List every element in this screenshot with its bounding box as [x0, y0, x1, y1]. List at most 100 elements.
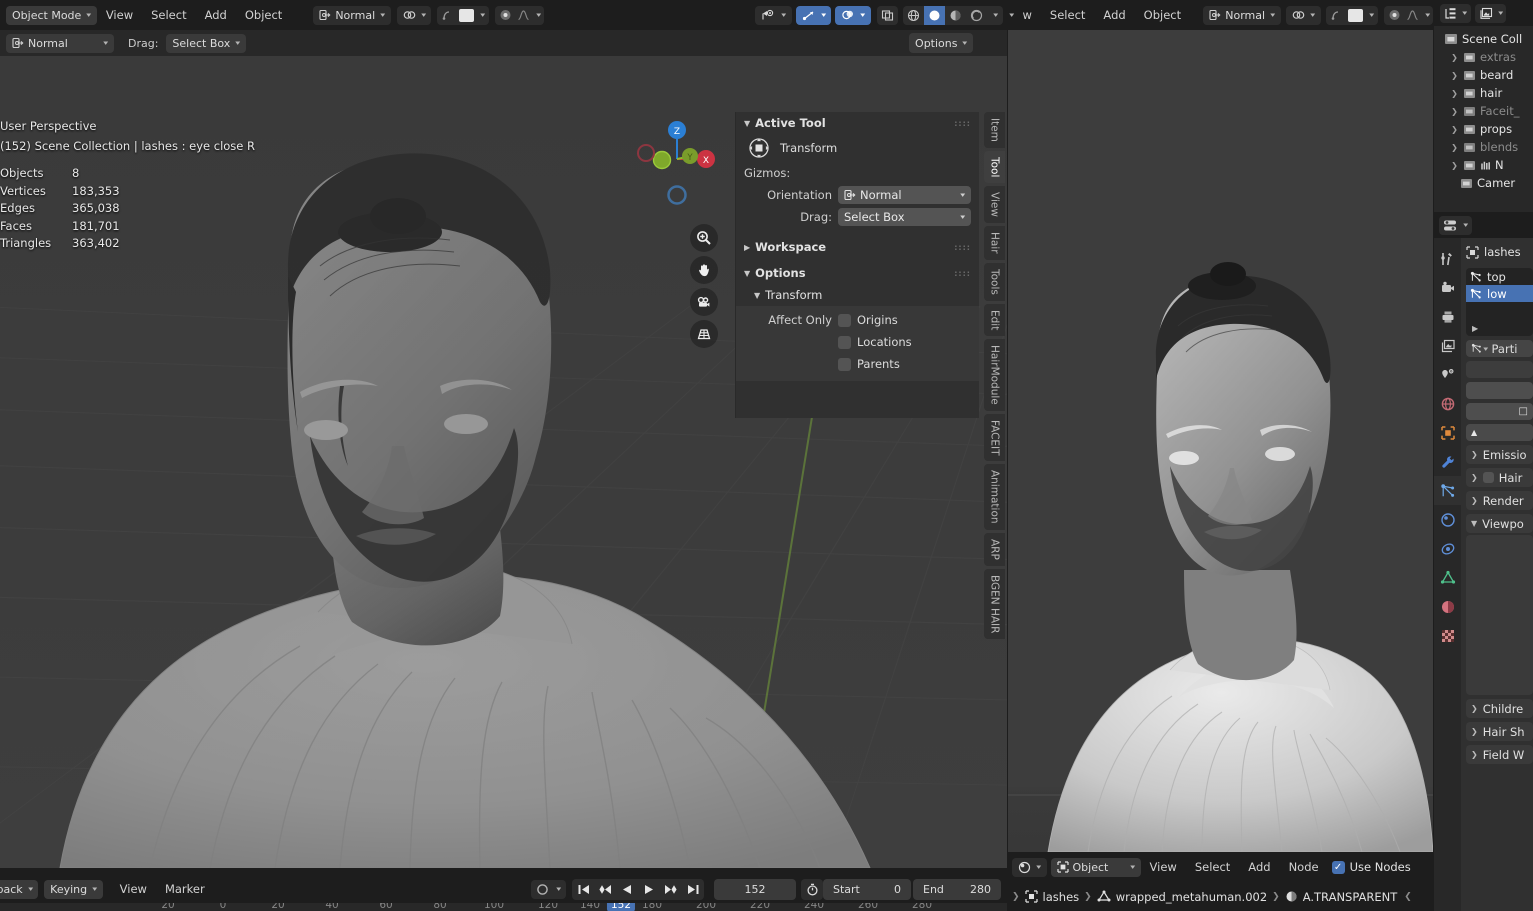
- chevron-right-icon[interactable]: ❯: [1450, 53, 1459, 62]
- vp2-menu-view[interactable]: w: [1014, 8, 1041, 22]
- play-button[interactable]: [638, 884, 660, 895]
- section-children[interactable]: ❯ Childre: [1466, 699, 1533, 718]
- falloff-group[interactable]: ▾: [494, 5, 545, 25]
- vp2-snapping-dropdown[interactable]: ▾: [1286, 5, 1321, 25]
- auto-keying-toggle[interactable]: ▾: [531, 879, 566, 899]
- sidebar-tab-animation[interactable]: Animation: [984, 464, 1005, 530]
- particle-field-row-3[interactable]: □: [1466, 403, 1533, 420]
- falloff-curve-icon[interactable]: [517, 9, 530, 21]
- pan-button[interactable]: [690, 256, 718, 284]
- current-frame-field[interactable]: 152: [714, 878, 796, 900]
- vp2-falloff-group[interactable]: ▾: [1383, 5, 1433, 25]
- list-expand-triangle-icon[interactable]: ▶: [1472, 324, 1478, 333]
- properties-tab-material[interactable]: [1434, 592, 1461, 621]
- shading-dropdown[interactable]: ▾: [987, 6, 1003, 25]
- properties-tab-particles[interactable]: [1434, 476, 1461, 505]
- properties-tab-render[interactable]: [1434, 273, 1461, 302]
- outliner-row-beard[interactable]: ❯ beard: [1434, 66, 1533, 84]
- end-frame-field[interactable]: End 280: [913, 878, 1001, 900]
- start-frame-field[interactable]: Start 0: [823, 878, 911, 900]
- use-nodes-checkbox[interactable]: ✓: [1331, 860, 1345, 874]
- proportional-falloff-swatch[interactable]: [1348, 8, 1364, 22]
- outliner-filter-dropdown[interactable]: ▾: [1474, 3, 1507, 23]
- drag-dropdown[interactable]: Select Box ▾: [838, 208, 971, 226]
- locations-checkbox[interactable]: [838, 335, 851, 349]
- viewport-canvas[interactable]: User Perspective (152) Scene Collection …: [0, 56, 1007, 868]
- outliner-row-extras[interactable]: ❯ extras: [1434, 48, 1533, 66]
- shading-material-button[interactable]: [945, 6, 966, 25]
- jump-end-button[interactable]: [682, 884, 704, 895]
- vp2-menu-select[interactable]: Select: [1041, 8, 1094, 22]
- sidebar-tab-hair[interactable]: Hair: [984, 226, 1005, 260]
- axis-gizmo[interactable]: Z X Y: [636, 112, 718, 222]
- properties-object-breadcrumb[interactable]: lashes: [1466, 242, 1533, 262]
- menu-object[interactable]: Object: [236, 8, 291, 22]
- chevron-left-icon[interactable]: ❮: [1404, 892, 1412, 902]
- breadcrumb-mesh[interactable]: wrapped_metahuman.002: [1116, 890, 1267, 904]
- breadcrumb-object[interactable]: lashes: [1043, 890, 1080, 904]
- particle-field-row-1[interactable]: [1466, 361, 1533, 378]
- active-tool-header[interactable]: ▼ Active Tool ::::: [736, 112, 979, 134]
- shader-type-dropdown[interactable]: Object ▾: [1050, 857, 1141, 877]
- vp2-proportional-group[interactable]: ▾: [1326, 5, 1378, 25]
- properties-tab-physics[interactable]: [1434, 505, 1461, 534]
- visibility-dropdown[interactable]: ▾: [755, 5, 792, 25]
- menu-select[interactable]: Select: [142, 8, 195, 22]
- chevron-right-icon[interactable]: ❯: [1450, 89, 1459, 98]
- parents-checkbox[interactable]: [838, 357, 851, 371]
- viewport-options-button[interactable]: Options ▾: [909, 33, 973, 53]
- particle-field-row-4[interactable]: ▲: [1466, 424, 1533, 441]
- outliner-row-hair[interactable]: ❯ hair: [1434, 84, 1533, 102]
- proportional-editing-group[interactable]: ▾: [437, 5, 489, 25]
- snapping-dropdown[interactable]: ▾: [396, 5, 432, 25]
- section-hair-shape[interactable]: ❯ Hair Sh: [1466, 722, 1533, 741]
- sidebar-tab-bgenhair[interactable]: BGEN HAIR: [984, 568, 1005, 640]
- shader-menu-view[interactable]: View: [1141, 860, 1186, 874]
- hair-dynamics-checkbox[interactable]: [1482, 472, 1494, 483]
- sidebar-tab-hairmodule[interactable]: HairModule: [984, 339, 1005, 411]
- timeline-playhead[interactable]: 152: [606, 903, 636, 911]
- properties-tab-output[interactable]: [1434, 302, 1461, 331]
- properties-tab-modifiers[interactable]: [1434, 447, 1461, 476]
- proportional-falloff-swatch[interactable]: [459, 8, 475, 22]
- outliner-row-camera[interactable]: Camer: [1434, 174, 1533, 192]
- outliner-row-faceit[interactable]: ❯ Faceit_: [1434, 102, 1533, 120]
- properties-tab-tool[interactable]: [1434, 244, 1461, 273]
- menu-view[interactable]: View: [97, 8, 142, 22]
- chevron-right-icon[interactable]: ❯: [1450, 143, 1459, 152]
- viewport2-canvas[interactable]: [1008, 30, 1433, 852]
- zoom-button[interactable]: [690, 224, 718, 252]
- origins-checkbox[interactable]: [838, 313, 851, 327]
- playback-dropdown[interactable]: yback ▾: [0, 879, 39, 899]
- workspace-header[interactable]: ▶ Workspace ::::: [736, 236, 979, 258]
- menu-add[interactable]: Add: [196, 8, 236, 22]
- shading-wireframe-button[interactable]: [903, 6, 924, 25]
- vp2-menu-add[interactable]: Add: [1094, 8, 1134, 22]
- transform-subheader[interactable]: ▼ Transform: [736, 284, 979, 306]
- properties-tab-data[interactable]: [1434, 563, 1461, 592]
- navigation-gizmo[interactable]: Z X Y: [636, 112, 718, 348]
- sidebar-tab-item[interactable]: Item: [984, 112, 1005, 148]
- chevron-down-icon[interactable]: ▾: [1009, 11, 1014, 19]
- particle-settings-datablock[interactable]: ▾ Parti: [1466, 340, 1533, 357]
- particle-field-row-2[interactable]: [1466, 382, 1533, 399]
- breadcrumb-material[interactable]: A.TRANSPARENT: [1303, 890, 1398, 904]
- particle-system-list[interactable]: top low ▶: [1466, 268, 1533, 336]
- particle-system-row-top[interactable]: top: [1466, 268, 1533, 285]
- use-preview-range-button[interactable]: [801, 878, 823, 900]
- properties-tab-scene[interactable]: [1434, 360, 1461, 389]
- next-keyframe-button[interactable]: [660, 884, 682, 895]
- orientation-dropdown[interactable]: Normal ▾: [838, 186, 971, 204]
- overlays-toggle[interactable]: ▾: [835, 5, 871, 25]
- editor-type-dropdown[interactable]: ▾: [1012, 857, 1047, 877]
- properties-tab-constraints[interactable]: [1434, 534, 1461, 563]
- drag-grip-icon[interactable]: ::::: [954, 269, 971, 278]
- outliner-row-n[interactable]: ❯ N: [1434, 156, 1533, 174]
- properties-tab-view-layer[interactable]: [1434, 331, 1461, 360]
- shader-menu-select[interactable]: Select: [1186, 860, 1239, 874]
- proportional-editing-icon[interactable]: [1330, 9, 1343, 21]
- particle-system-row-low[interactable]: low: [1466, 285, 1533, 302]
- outliner-row-blends[interactable]: ❯ blends: [1434, 138, 1533, 156]
- tool-orientation-dropdown[interactable]: Normal ▾: [6, 33, 114, 53]
- chevron-right-icon[interactable]: ❯: [1450, 125, 1459, 134]
